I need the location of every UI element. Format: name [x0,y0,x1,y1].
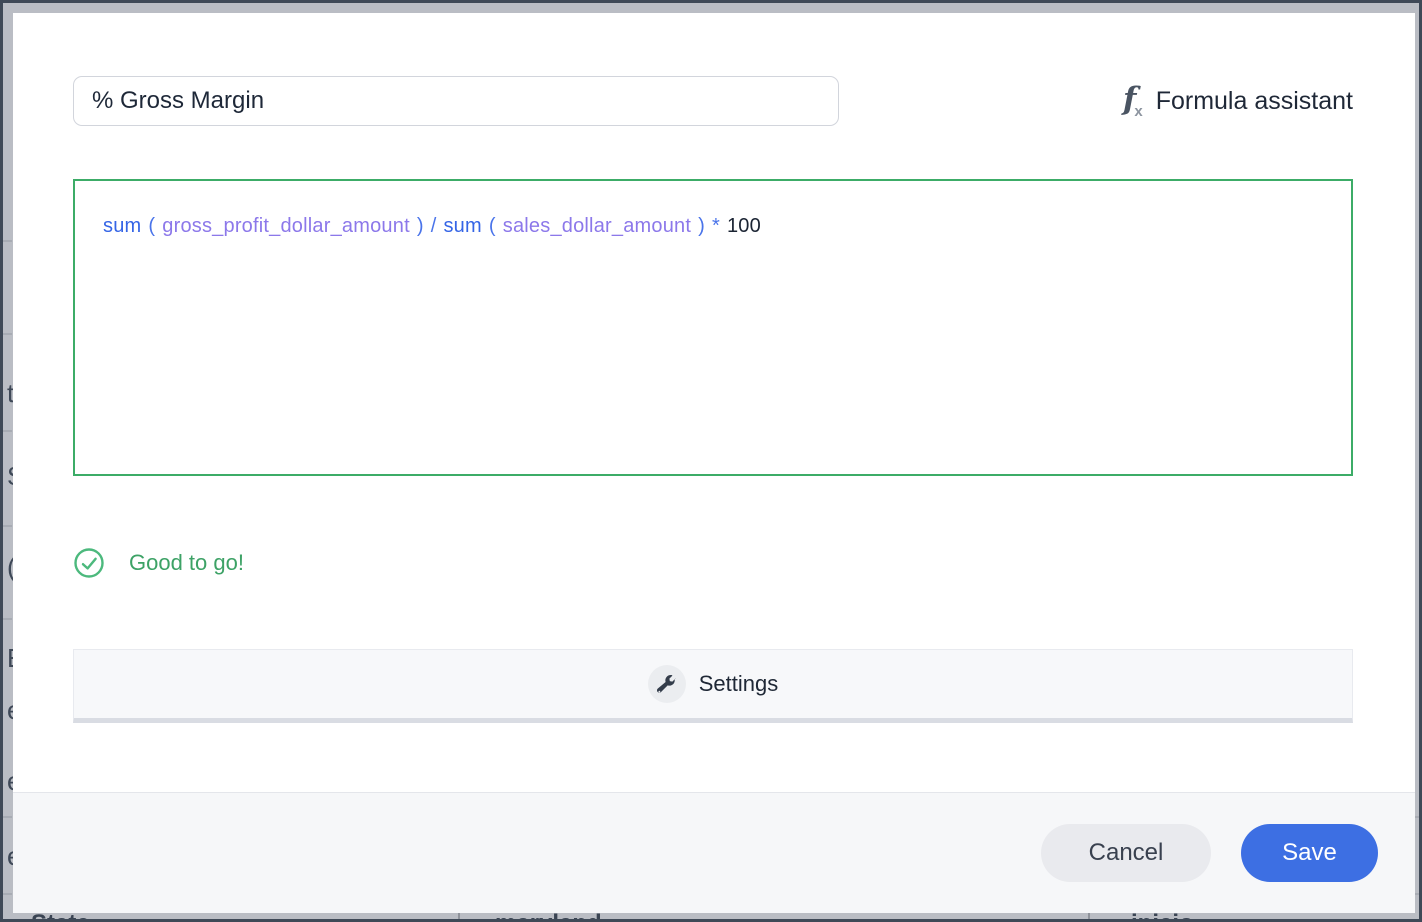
backdrop-row-line [3,618,12,620]
fx-function-icon: fx [1123,84,1143,119]
backdrop-row-line [3,333,12,335]
modal-footer: Cancel Save [13,792,1415,913]
formula-token: gross_profit_dollar_amount [162,215,410,237]
cancel-button[interactable]: Cancel [1041,824,1211,882]
formula-token: ( [489,215,496,237]
formula-name-input[interactable] [73,76,839,126]
formula-assistant-button[interactable]: fx Formula assistant [1123,77,1353,125]
backdrop-row-line [3,816,12,818]
formula-expression: sum ( gross_profit_dollar_amount) / sum ( sale… [103,212,1323,240]
formula-token: sales_dollar_amount [503,215,691,237]
formula-token: sum [443,215,481,237]
formula-token: ( [148,215,155,237]
backdrop-row-line [3,430,12,432]
check-circle-icon [73,547,105,579]
formula-edit-dialog-screen: tSt(Eeee Statemarylandinicio fx Formula … [0,0,1422,922]
formula-editor[interactable]: sum ( gross_profit_dollar_amount) / sum ( sale… [73,179,1353,476]
save-button[interactable]: Save [1241,824,1378,882]
formula-edit-modal: fx Formula assistant sum ( gross_profit_do… [13,13,1415,913]
formula-token: 100 [727,215,761,237]
formula-token: * [712,215,720,237]
settings-label: Settings [699,671,779,697]
formula-token: sum [103,215,141,237]
backdrop-row-line [3,893,12,895]
formula-assistant-label: Formula assistant [1156,87,1353,116]
backdrop-row-line [3,240,12,242]
backdrop-row-line [3,525,12,527]
validation-message: Good to go! [129,550,244,576]
validation-status: Good to go! [73,547,244,579]
wrench-icon [648,665,686,703]
settings-expander[interactable]: Settings [73,649,1353,723]
formula-token: ) [417,215,424,237]
formula-token: / [431,215,437,237]
formula-token: ) [698,215,705,237]
